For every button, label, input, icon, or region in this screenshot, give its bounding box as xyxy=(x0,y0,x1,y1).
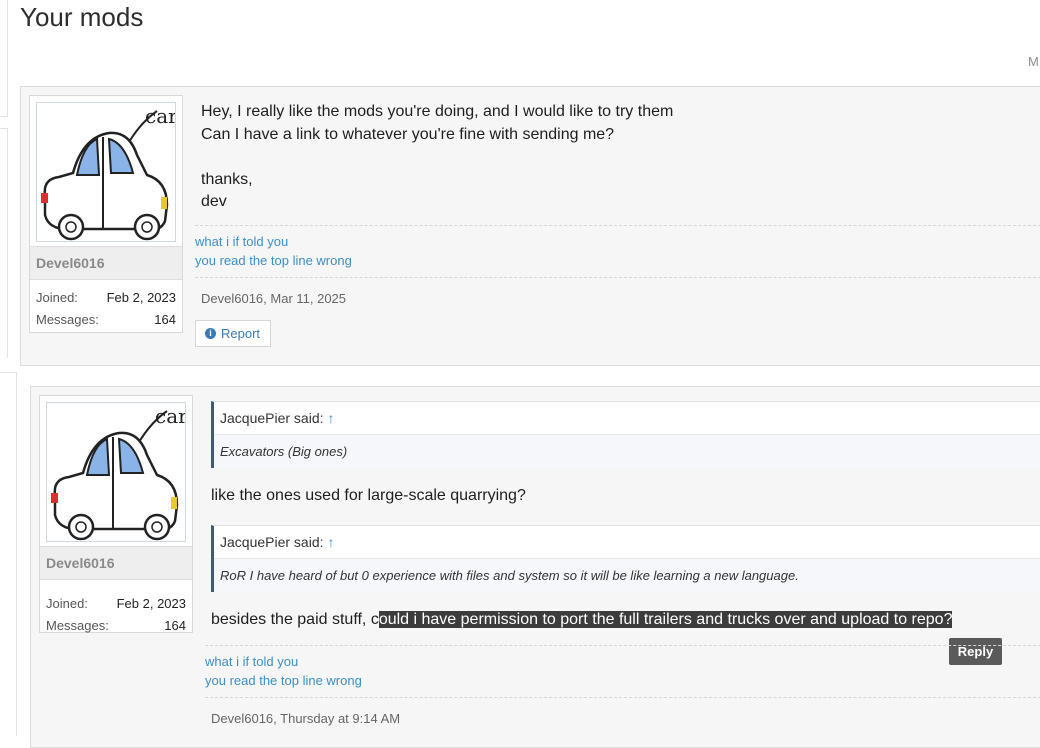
username-bar: Devel6016 xyxy=(30,246,182,280)
divider xyxy=(7,0,8,116)
divider xyxy=(0,116,8,117)
username[interactable]: Devel6016 xyxy=(46,555,115,571)
quote-author: JacquePier said: xyxy=(220,410,324,426)
reply-text: like the ones used for large-scale quarr… xyxy=(211,487,526,504)
quote-header: JacquePier said: ↑ xyxy=(214,402,1040,434)
user-card: car Devel6016 Joined: Feb 2, 2023 Messag… xyxy=(39,395,193,633)
reply-text-plain: besides the paid stuff, c xyxy=(211,611,379,628)
selected-text: ould i have permission to port the full … xyxy=(378,611,953,628)
messages-label: Messages: xyxy=(36,312,99,327)
info-icon: i xyxy=(205,328,216,339)
quote-header: JacquePier said: ↑ xyxy=(214,526,1040,558)
meta-divider xyxy=(195,277,1040,278)
quote-body: RoR I have heard of but 0 experience wit… xyxy=(214,558,1040,592)
corner-text: M xyxy=(1028,54,1039,69)
quote-text: Excavators (Big ones) xyxy=(220,444,348,459)
meta-divider xyxy=(205,697,1040,698)
signature-line[interactable]: what i if told you xyxy=(195,232,352,251)
car-drawing-icon: car xyxy=(41,104,175,241)
quote-block: JacquePier said: ↑ Excavators (Big ones) xyxy=(211,401,1040,468)
divider xyxy=(16,372,17,736)
car-drawing-icon: car xyxy=(51,404,185,541)
joined-value: Feb 2, 2023 xyxy=(116,596,186,611)
user-card: car Devel6016 Joined: Feb 2, 2023 Messag… xyxy=(29,95,183,333)
quote-text: RoR I have heard of but 0 experience wit… xyxy=(220,568,799,583)
message-line: Hey, I really like the mods you're doing… xyxy=(201,103,674,120)
username[interactable]: Devel6016 xyxy=(36,255,105,271)
post-meta[interactable]: Devel6016, Thursday at 9:14 AM xyxy=(211,711,400,726)
message-line: thanks, xyxy=(201,170,253,188)
quote-jump-icon[interactable]: ↑ xyxy=(328,534,335,550)
message-line: Can I have a link to whatever you're fin… xyxy=(201,125,615,143)
divider xyxy=(7,128,8,358)
message-post: car Devel6016 Joined: Feb 2, 2023 Messag… xyxy=(30,386,1040,748)
signature-divider xyxy=(205,645,1040,646)
message-line: dev xyxy=(201,193,227,210)
signature-divider xyxy=(195,225,1040,226)
avatar[interactable]: car xyxy=(46,402,186,542)
messages-value: 164 xyxy=(154,312,176,327)
reply-button[interactable]: Reply xyxy=(949,638,1002,665)
quote-jump-icon[interactable]: ↑ xyxy=(328,410,335,426)
report-label: Report xyxy=(221,326,261,341)
reply-text: besides the paid stuff, could i have per… xyxy=(211,609,953,632)
report-button[interactable]: i Report xyxy=(195,320,271,347)
signature: what i if told you you read the top line… xyxy=(195,232,352,270)
messages-value: 164 xyxy=(164,618,186,633)
username-bar: Devel6016 xyxy=(40,546,192,580)
signature-line[interactable]: you read the top line wrong xyxy=(195,251,352,270)
joined-value: Feb 2, 2023 xyxy=(106,290,176,305)
signature-line[interactable]: what i if told you xyxy=(205,652,362,671)
message-post: car Devel6016 Joined: Feb 2, 2023 Messag… xyxy=(20,86,1040,366)
joined-label: Joined: xyxy=(36,290,78,305)
message-body: Hey, I really like the mods you're doing… xyxy=(201,101,673,214)
quote-block: JacquePier said: ↑ RoR I have heard of bu… xyxy=(211,525,1040,592)
signature-line[interactable]: you read the top line wrong xyxy=(205,671,362,690)
signature: what i if told you you read the top line… xyxy=(205,652,362,690)
quote-author: JacquePier said: xyxy=(220,534,324,550)
messages-label: Messages: xyxy=(46,618,109,633)
page-title: Your mods xyxy=(20,2,144,32)
divider xyxy=(0,128,8,129)
avatar[interactable]: car xyxy=(36,102,176,242)
post-meta[interactable]: Devel6016, Mar 11, 2025 xyxy=(201,291,346,306)
message-line xyxy=(201,146,673,169)
quote-body: Excavators (Big ones) xyxy=(214,434,1040,468)
divider xyxy=(0,372,17,373)
joined-label: Joined: xyxy=(46,596,88,611)
